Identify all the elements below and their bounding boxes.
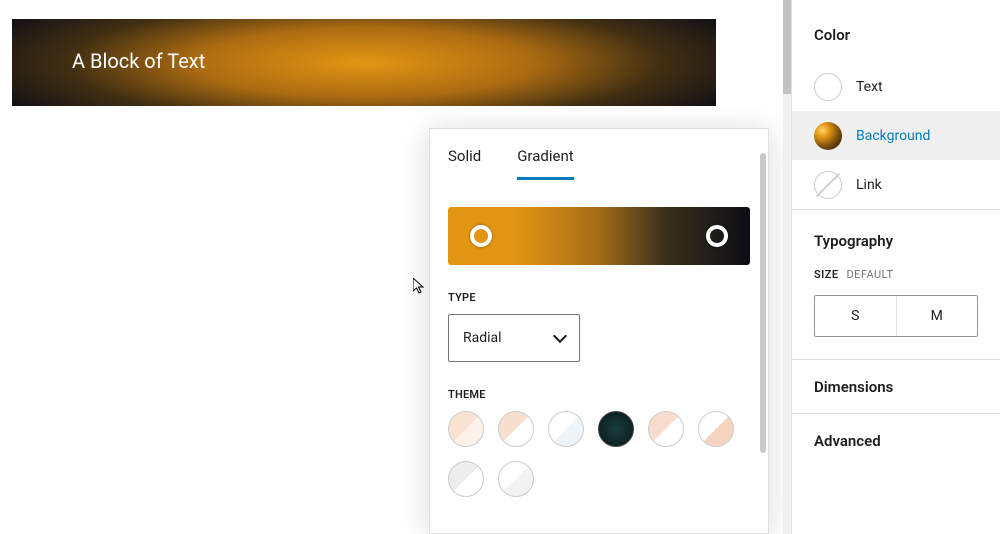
color-picker-popover: Solid Gradient TYPE Radial THEME: [429, 128, 769, 534]
color-panel-title: Color: [792, 0, 1000, 62]
gradient-stop-2[interactable]: [706, 225, 728, 247]
color-row-link[interactable]: Link: [792, 160, 1000, 209]
theme-swatch[interactable]: [498, 411, 534, 447]
tab-solid[interactable]: Solid: [448, 147, 481, 179]
popover-scrollbar[interactable]: [760, 153, 766, 453]
theme-label: THEME: [448, 388, 750, 401]
color-row-text-label: Text: [856, 79, 883, 95]
theme-swatches: [448, 411, 750, 497]
theme-swatch[interactable]: [548, 411, 584, 447]
color-row-background-label: Background: [856, 128, 930, 144]
color-row-background[interactable]: Background: [792, 111, 1000, 160]
text-color-swatch-icon: [814, 73, 842, 101]
theme-swatch[interactable]: [498, 461, 534, 497]
settings-sidebar: Color Text Background Link Typography SI…: [791, 0, 1000, 534]
gradient-type-select[interactable]: Radial: [448, 314, 580, 362]
main-scrollbar[interactable]: [783, 0, 791, 534]
gradient-stop-1[interactable]: [470, 225, 492, 247]
theme-swatch[interactable]: [448, 411, 484, 447]
theme-swatch[interactable]: [598, 411, 634, 447]
theme-swatch[interactable]: [448, 461, 484, 497]
theme-swatch[interactable]: [698, 411, 734, 447]
color-row-text[interactable]: Text: [792, 62, 1000, 111]
size-label-row: SIZE DEFAULT: [792, 268, 1000, 295]
color-mode-tabs: Solid Gradient: [448, 147, 750, 179]
chevron-down-icon: [553, 329, 567, 343]
gradient-bar[interactable]: [448, 207, 750, 265]
theme-swatch[interactable]: [648, 411, 684, 447]
text-block[interactable]: A Block of Text: [12, 19, 716, 106]
gradient-type-value: Radial: [463, 330, 502, 346]
size-button-m[interactable]: M: [897, 296, 978, 336]
link-color-swatch-icon: [814, 171, 842, 199]
editor-canvas[interactable]: A Block of Text Solid Gradient TYPE Radi…: [0, 0, 783, 534]
scrollbar-thumb[interactable]: [783, 0, 791, 94]
color-row-link-label: Link: [856, 177, 882, 193]
dimensions-panel[interactable]: Dimensions: [792, 359, 1000, 413]
size-button-s[interactable]: S: [815, 296, 897, 336]
typography-panel-title: Typography: [792, 210, 1000, 268]
advanced-panel[interactable]: Advanced: [792, 413, 1000, 467]
tab-gradient[interactable]: Gradient: [517, 147, 573, 180]
text-block-content: A Block of Text: [72, 49, 205, 73]
font-size-presets: S M: [814, 295, 978, 337]
background-color-swatch-icon: [814, 122, 842, 150]
type-label: TYPE: [448, 291, 750, 304]
mouse-cursor-icon: [413, 278, 429, 294]
size-label: SIZE: [814, 268, 839, 281]
size-default: DEFAULT: [847, 268, 894, 281]
